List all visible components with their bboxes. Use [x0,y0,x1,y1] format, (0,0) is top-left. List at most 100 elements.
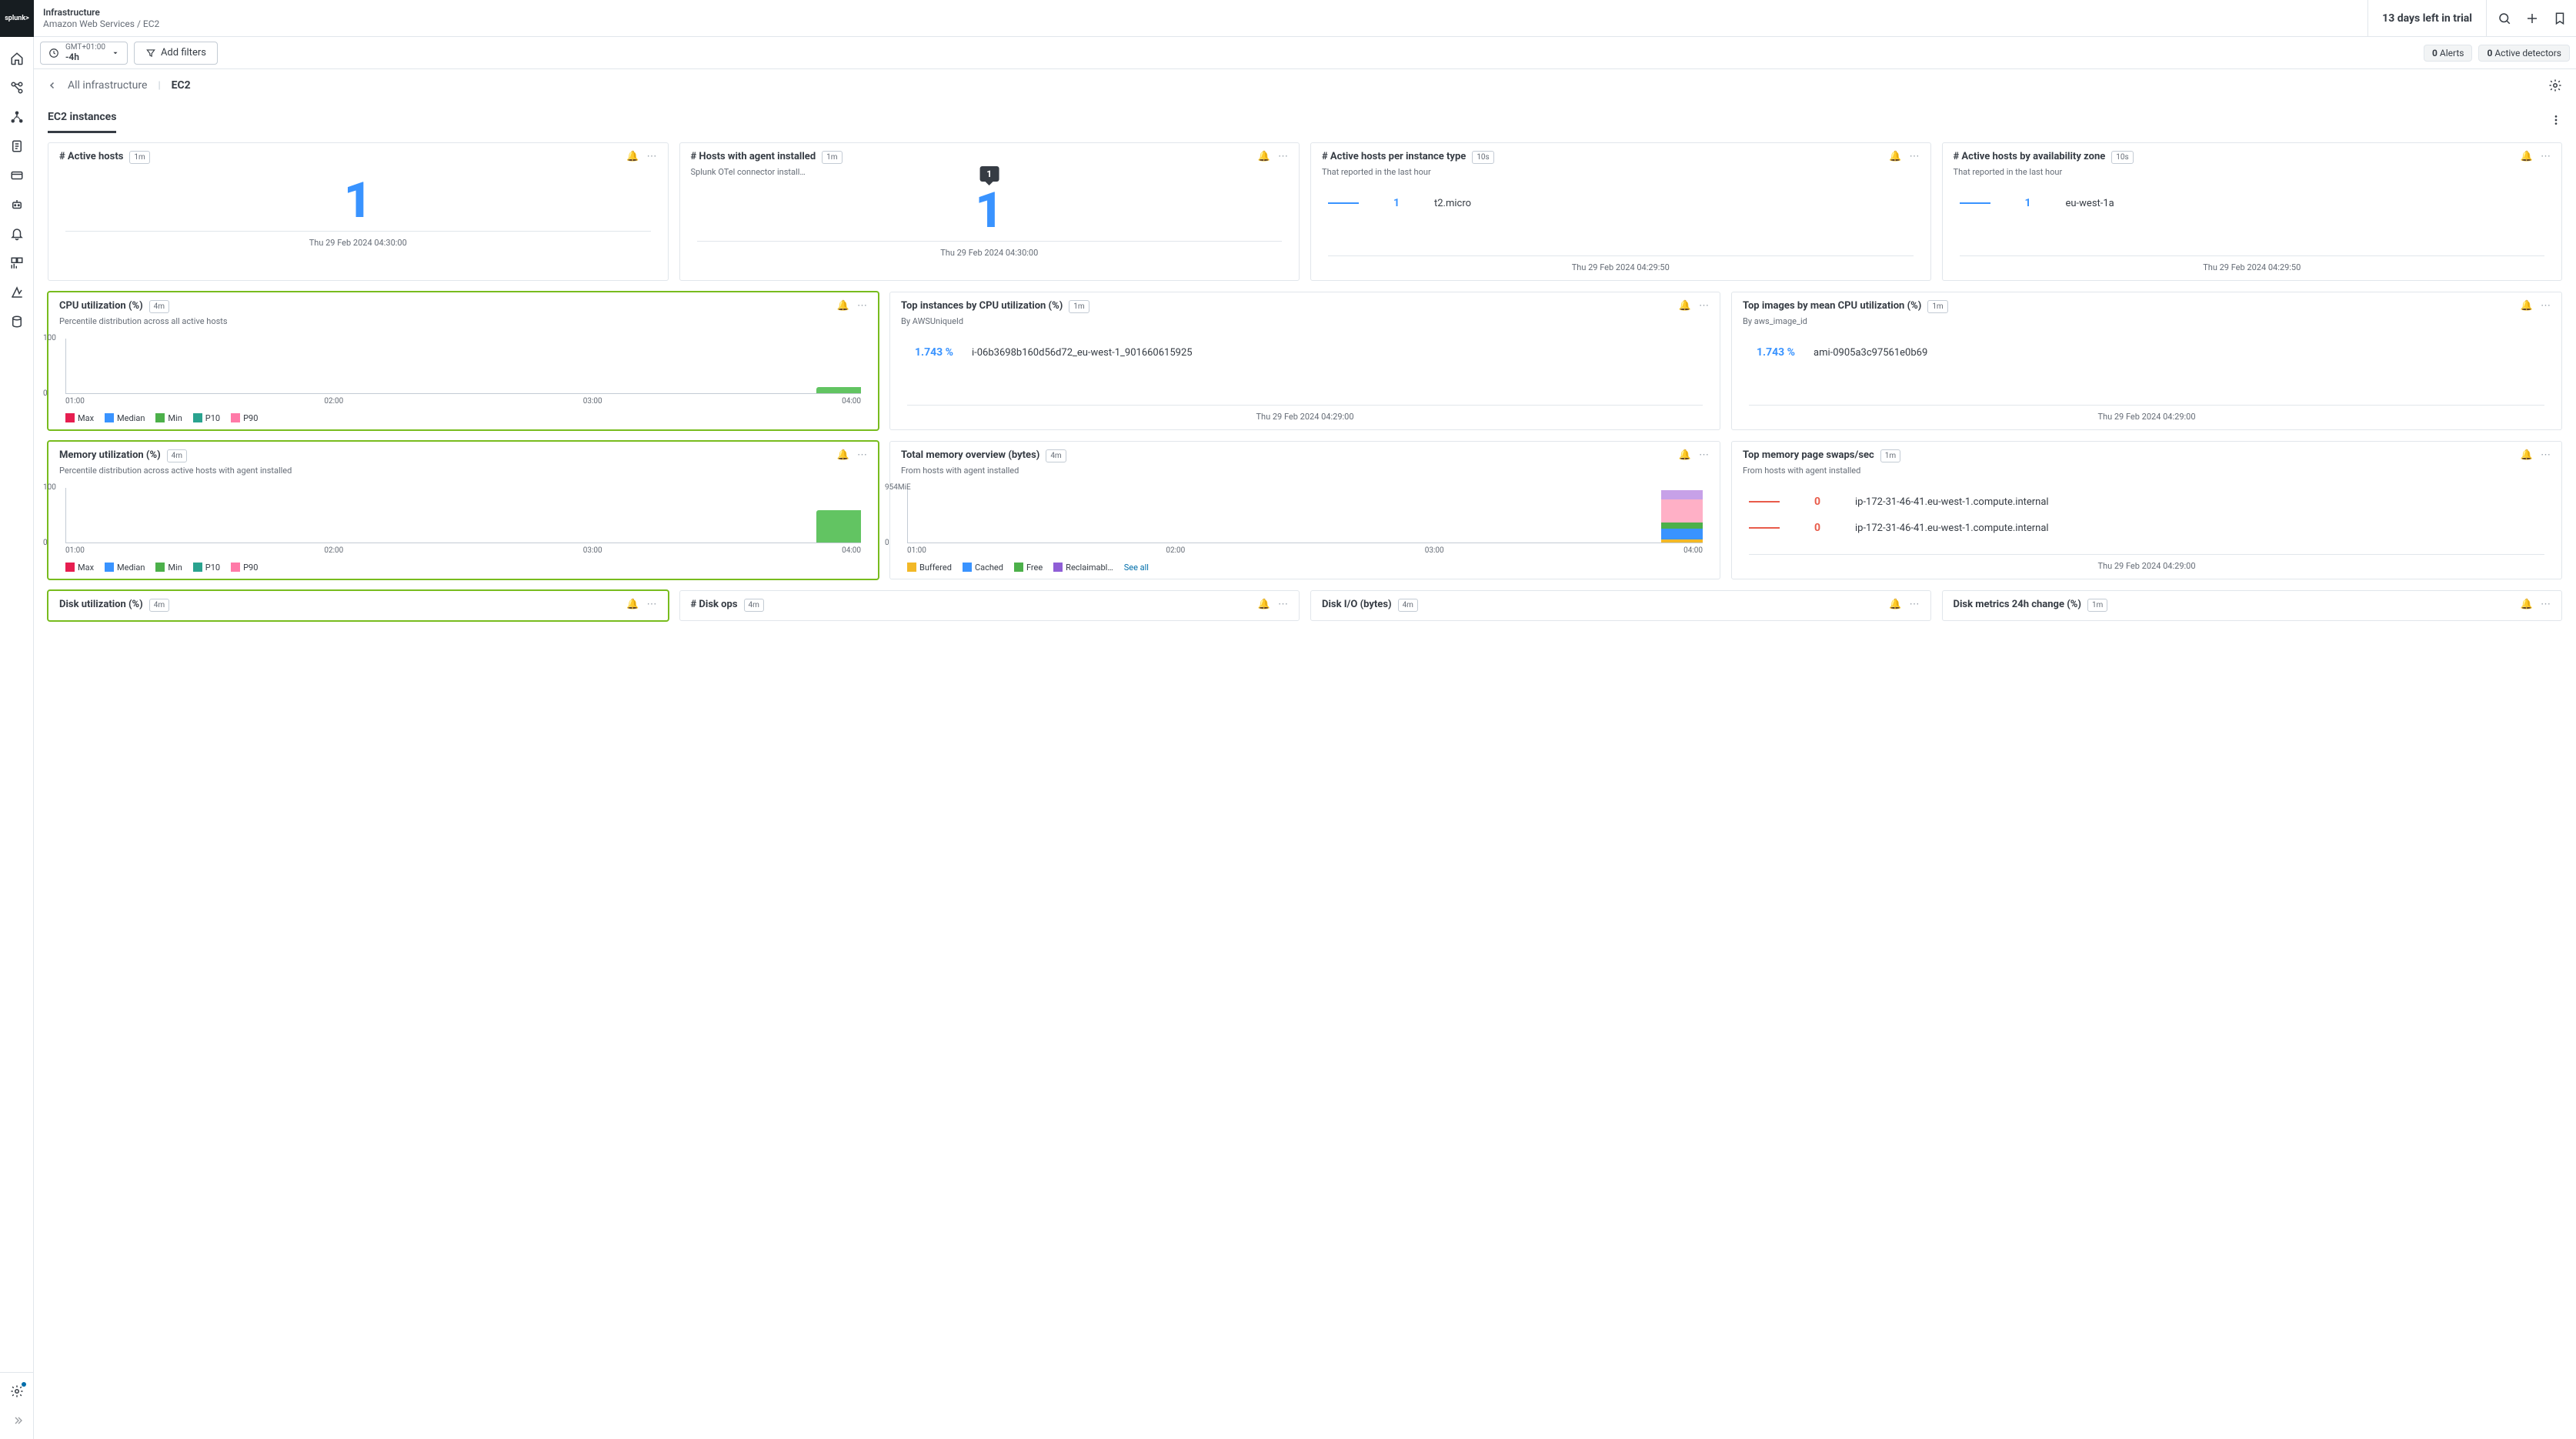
data-icon[interactable] [9,314,25,329]
card-bell-icon[interactable]: 🔔 [2521,599,2533,610]
card-bell-icon[interactable]: 🔔 [1258,599,1270,610]
back-icon[interactable] [48,81,57,90]
instance-row: 1.743 % i-06b3698b160d56d72_eu-west-1_90… [907,346,1703,359]
card-more-icon[interactable]: ⋯ [647,151,657,162]
splunk-logo[interactable]: splunk> [0,0,34,37]
filter-bar: GMT+01:00 -4h Add filters 0 Alerts 0 Act… [34,37,2576,69]
bookmark-icon[interactable] [2553,12,2567,25]
see-all-link[interactable]: See all [1124,563,1149,573]
card-more-icon[interactable]: ⋯ [2541,300,2551,312]
page-breadcrumb: All infrastructure | EC2 [34,69,2576,102]
sparkline [1749,501,1780,502]
card-bell-icon[interactable]: 🔔 [2521,449,2533,461]
memory-overview-chart: 954MiE 0 [907,488,1703,543]
card-bell-icon[interactable]: 🔔 [1258,151,1270,162]
metric-finder-icon[interactable] [9,285,25,300]
apm-icon[interactable] [9,80,25,95]
settings-icon[interactable] [9,1384,25,1399]
card-more-icon[interactable]: ⋯ [857,449,867,461]
card-bell-active-icon[interactable]: 🔔 [837,300,849,312]
card-active-hosts: # Active hosts 1m 🔔⋯ 1 Thu 29 Feb 2024 0… [48,142,669,281]
clock-icon [48,48,59,58]
robot-icon[interactable] [9,197,25,212]
active-hosts-value: 1 [48,172,668,229]
tab-ec2-instances[interactable]: EC2 instances [48,106,116,133]
tree-icon[interactable] [9,109,25,125]
card-bell-icon[interactable]: 🔔 [626,151,639,162]
card-bell-active-icon[interactable]: 🔔 [626,599,639,610]
breadcrumb-header: Infrastructure Amazon Web Services / EC2 [43,7,2367,29]
swap-row: 0 ip-172-31-46-41.eu-west-1.compute.inte… [1749,496,2544,508]
card-disk-io: Disk I/O (bytes) 4m 🔔⋯ [1310,590,1931,621]
type-row: 1 t2.micro [1328,197,1914,209]
card-disk-24h-change: Disk metrics 24h change (%) 1m 🔔⋯ [1942,590,2563,621]
breadcrumb-current: EC2 [172,79,191,92]
card-disk-ops: # Disk ops 4m 🔔⋯ [679,590,1300,621]
cpu-chart: 100 0 [65,339,861,394]
card-hosts-agent: # Hosts with agent installed 1m 🔔⋯ Splun… [679,142,1300,281]
logs-icon[interactable] [9,139,25,154]
card-more-icon[interactable]: ⋯ [857,300,867,312]
path-parent[interactable]: Amazon Web Services [43,18,135,29]
memory-chart: 100 0 [65,488,861,543]
main: Infrastructure Amazon Web Services / EC2… [34,0,2576,1439]
hosts-agent-value: 1 [680,182,1300,239]
plus-icon[interactable] [2525,12,2539,25]
card-more-icon[interactable]: ⋯ [1278,151,1288,162]
card-more-icon[interactable]: ⋯ [1910,599,1920,610]
card-bell-icon[interactable]: 🔔 [2521,300,2533,312]
card-memory-overview: Total memory overview (bytes) 4m 🔔⋯ From… [889,441,1720,579]
expand-sidebar-icon[interactable] [9,1413,25,1428]
swap-row: 0 ip-172-31-46-41.eu-west-1.compute.inte… [1749,522,2544,534]
path-leaf: EC2 [143,18,159,29]
x-ticks: 01:0002:0003:0004:00 [65,396,861,410]
card-cpu-utilization: CPU utilization (%) 4m 🔔⋯ Percentile dis… [48,292,879,430]
add-filters-button[interactable]: Add filters [134,42,218,65]
home-icon[interactable] [9,51,25,66]
chevron-down-icon [112,49,119,57]
billing-icon[interactable] [9,168,25,183]
percentile-legend: MaxMedianMinP10P90 [65,410,861,423]
card-disk-utilization: Disk utilization (%) 4m 🔔⋯ [48,590,669,621]
card-bell-icon[interactable]: 🔔 [1679,300,1691,312]
card-more-icon[interactable]: ⋯ [2541,449,2551,461]
dashboard-icon[interactable] [9,255,25,271]
trial-banner[interactable]: 13 days left in trial [2367,0,2487,36]
card-page-swaps: Top memory page swaps/sec 1m 🔔⋯ From hos… [1731,441,2562,579]
search-icon[interactable] [2498,12,2511,25]
sparkline [1960,202,1990,204]
page-settings-icon[interactable] [2548,78,2562,92]
card-top-instances: Top instances by CPU utilization (%) 1m … [889,292,1720,430]
card-more-icon[interactable]: ⋯ [2541,151,2551,162]
card-hosts-per-az: # Active hosts by availability zone 10s … [1942,142,2563,281]
card-more-icon[interactable]: ⋯ [2541,599,2551,610]
tabs: EC2 instances [34,102,2576,133]
card-top-images: Top images by mean CPU utilization (%) 1… [1731,292,2562,430]
card-bell-active-icon[interactable]: 🔔 [837,449,849,461]
sparkline [1328,202,1359,204]
sparkline [1749,527,1780,529]
card-hosts-per-type: # Active hosts per instance type 10s 🔔⋯ … [1310,142,1931,281]
sidebar: splunk> [0,0,34,1439]
card-more-icon[interactable]: ⋯ [1910,151,1920,162]
card-bell-icon[interactable]: 🔔 [1679,449,1691,461]
card-more-icon[interactable]: ⋯ [1699,300,1709,312]
card-memory-utilization: Memory utilization (%) 4m 🔔⋯ Percentile … [48,441,879,579]
bell-icon[interactable] [9,226,25,242]
card-bell-icon[interactable]: 🔔 [1889,151,1901,162]
card-bell-icon[interactable]: 🔔 [1889,599,1901,610]
dashboard-content: # Active hosts 1m 🔔⋯ 1 Thu 29 Feb 2024 0… [34,133,2576,1439]
alerts-pill[interactable]: 0 Alerts [2424,45,2472,62]
card-more-icon[interactable]: ⋯ [1699,449,1709,461]
card-bell-icon[interactable]: 🔔 [2521,151,2533,162]
filter-icon [145,48,156,58]
card-more-icon[interactable]: ⋯ [1278,599,1288,610]
tabs-more-icon[interactable] [2550,114,2562,126]
image-row: 1.743 % ami-0905a3c97561e0b69 [1749,346,2544,359]
az-row: 1 eu-west-1a [1960,197,2545,209]
section-label: Infrastructure [43,7,2367,18]
card-more-icon[interactable]: ⋯ [647,599,657,610]
breadcrumb-back-link[interactable]: All infrastructure [68,79,147,92]
time-picker[interactable]: GMT+01:00 -4h [40,42,128,65]
active-detectors-pill[interactable]: 0 Active detectors [2478,45,2570,62]
